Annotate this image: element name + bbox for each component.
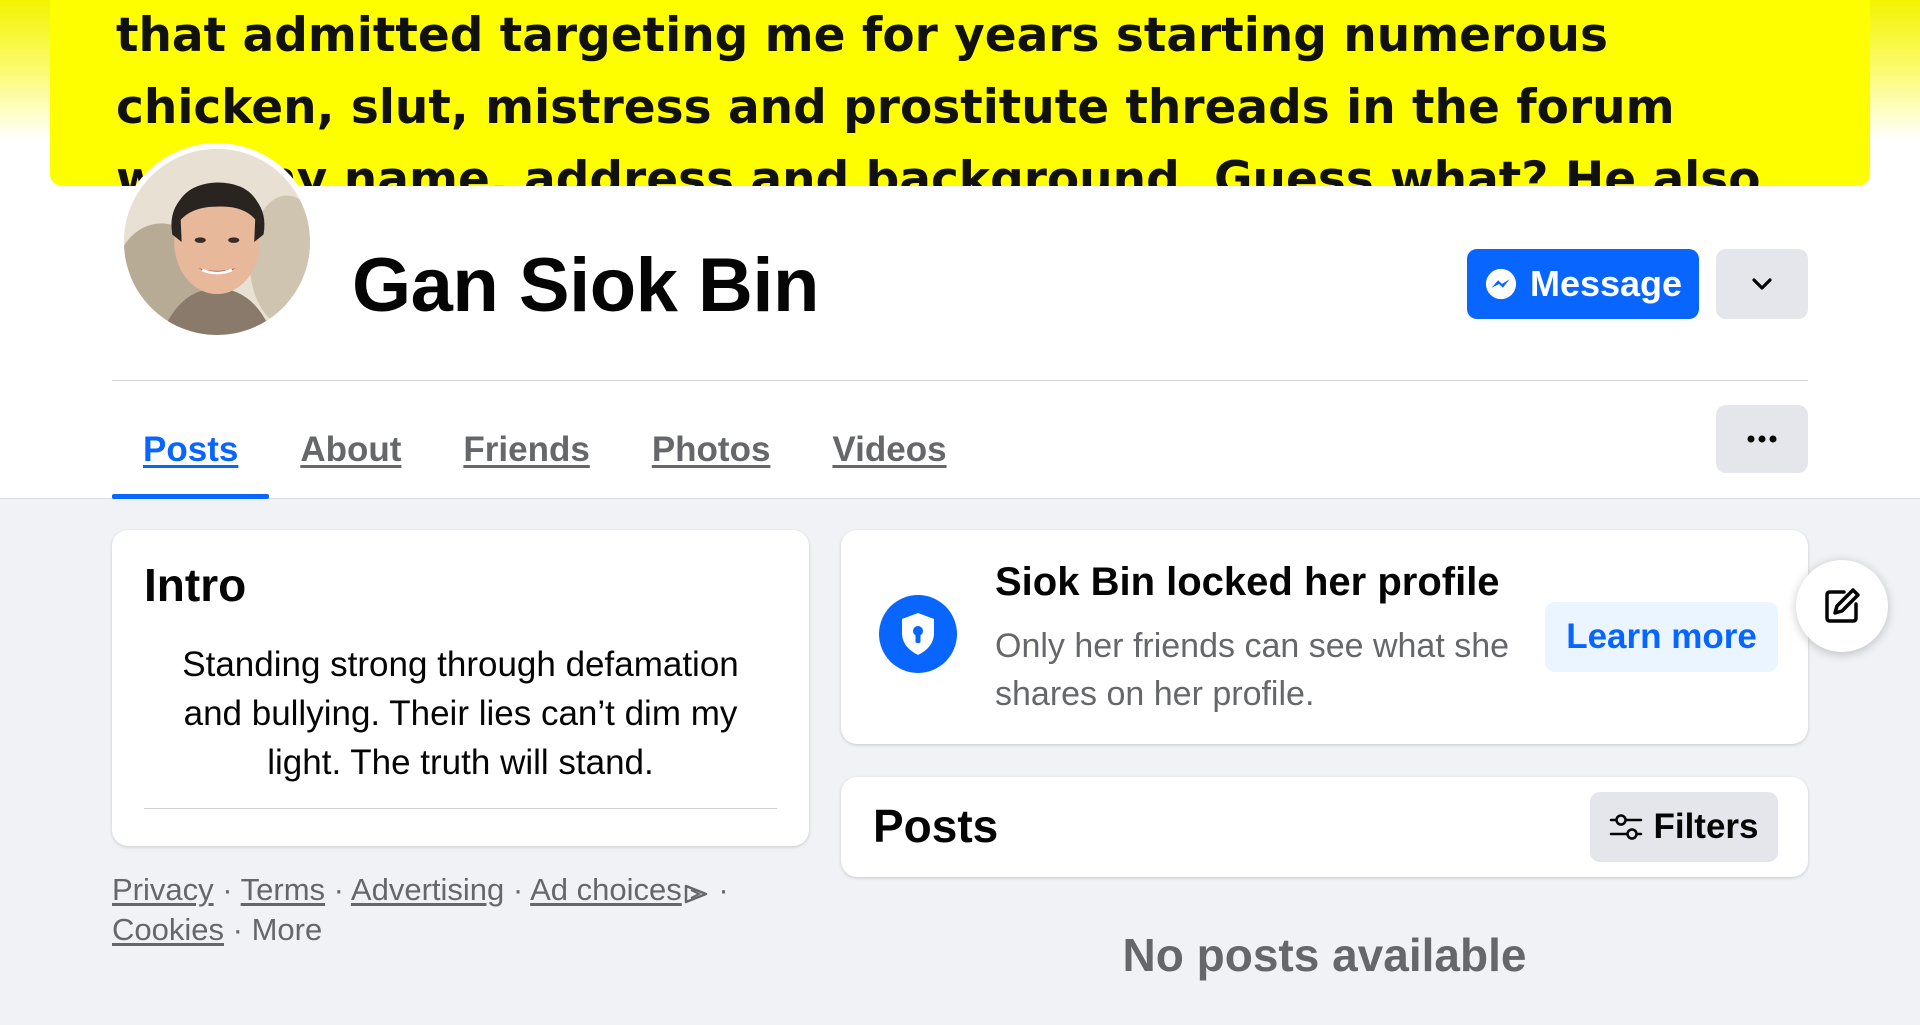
- ad-choices-icon: [684, 884, 708, 904]
- posts-title: Posts: [873, 800, 999, 852]
- footer-advertising-link[interactable]: Advertising: [351, 872, 504, 907]
- posts-card: Posts Filters: [841, 777, 1808, 877]
- tab-posts[interactable]: Posts: [112, 400, 270, 499]
- message-button[interactable]: Message: [1467, 249, 1699, 319]
- profile-dropdown-button[interactable]: [1716, 249, 1808, 319]
- locked-profile-card: Siok Bin locked her profile Only her fri…: [841, 530, 1808, 744]
- cover-line: that admitted targeting me for years sta…: [116, 8, 1608, 63]
- ad-choices-label: Ad choices: [530, 872, 682, 907]
- filters-button[interactable]: Filters: [1590, 792, 1778, 862]
- shield-lock-icon: [879, 595, 957, 673]
- no-posts-message: No posts available: [1122, 929, 1527, 981]
- footer-separator: ·: [222, 872, 233, 907]
- tab-friends[interactable]: Friends: [432, 400, 620, 499]
- footer-terms-link[interactable]: Terms: [241, 872, 325, 907]
- intro-card: Intro Standing strong through defamation…: [112, 530, 809, 846]
- tab-photos[interactable]: Photos: [621, 400, 802, 499]
- cover-line: chicken, slut, mistress and prostitute t…: [116, 80, 1675, 135]
- intro-divider: [144, 808, 777, 809]
- message-button-label: Message: [1529, 263, 1683, 304]
- footer-cookies-link[interactable]: Cookies: [112, 912, 224, 947]
- profile-name: Gan Siok Bin: [352, 243, 819, 328]
- filters-button-label: Filters: [1653, 807, 1759, 846]
- footer-separator: ·: [718, 872, 729, 907]
- intro-bio: Standing strong through defamation and b…: [182, 645, 739, 782]
- cover-photo[interactable]: that admitted targeting me for years sta…: [50, 0, 1870, 186]
- footer-separator: ·: [512, 872, 524, 907]
- profile-tabs: Posts About Friends Photos Videos: [112, 400, 978, 499]
- footer-separator: ·: [232, 912, 243, 947]
- messenger-icon: [1485, 268, 1517, 300]
- locked-profile-text: Only her friends can see what she shares…: [995, 627, 1510, 713]
- cover-area: that admitted targeting me for years sta…: [0, 0, 1920, 190]
- avatar-photo: [124, 149, 310, 335]
- filters-icon: [1610, 814, 1643, 840]
- profile-avatar[interactable]: [118, 143, 316, 341]
- more-dots-icon: [1747, 435, 1777, 443]
- cover-photo-text: that admitted targeting me for years sta…: [116, 0, 1816, 186]
- footer-links: Privacy · Terms · Advertising · Ad choic…: [112, 870, 752, 950]
- tab-about[interactable]: About: [269, 400, 432, 499]
- footer-separator: ·: [333, 872, 344, 907]
- tab-videos[interactable]: Videos: [801, 400, 977, 499]
- learn-more-button[interactable]: Learn more: [1545, 602, 1778, 672]
- header-divider: [112, 380, 1808, 381]
- footer-privacy-link[interactable]: Privacy: [112, 872, 214, 907]
- locked-profile-title: Siok Bin locked her profile: [995, 560, 1500, 604]
- footer-more-link[interactable]: More: [252, 912, 323, 947]
- footer-ad-choices-link[interactable]: Ad choices: [530, 872, 682, 907]
- chevron-down-icon: [1752, 278, 1772, 290]
- more-options-button[interactable]: [1716, 405, 1808, 473]
- edit-button[interactable]: [1796, 560, 1888, 652]
- cover-line: with my name, address and background. Gu…: [116, 152, 1761, 186]
- edit-icon: [1825, 588, 1860, 623]
- intro-title: Intro: [144, 559, 247, 611]
